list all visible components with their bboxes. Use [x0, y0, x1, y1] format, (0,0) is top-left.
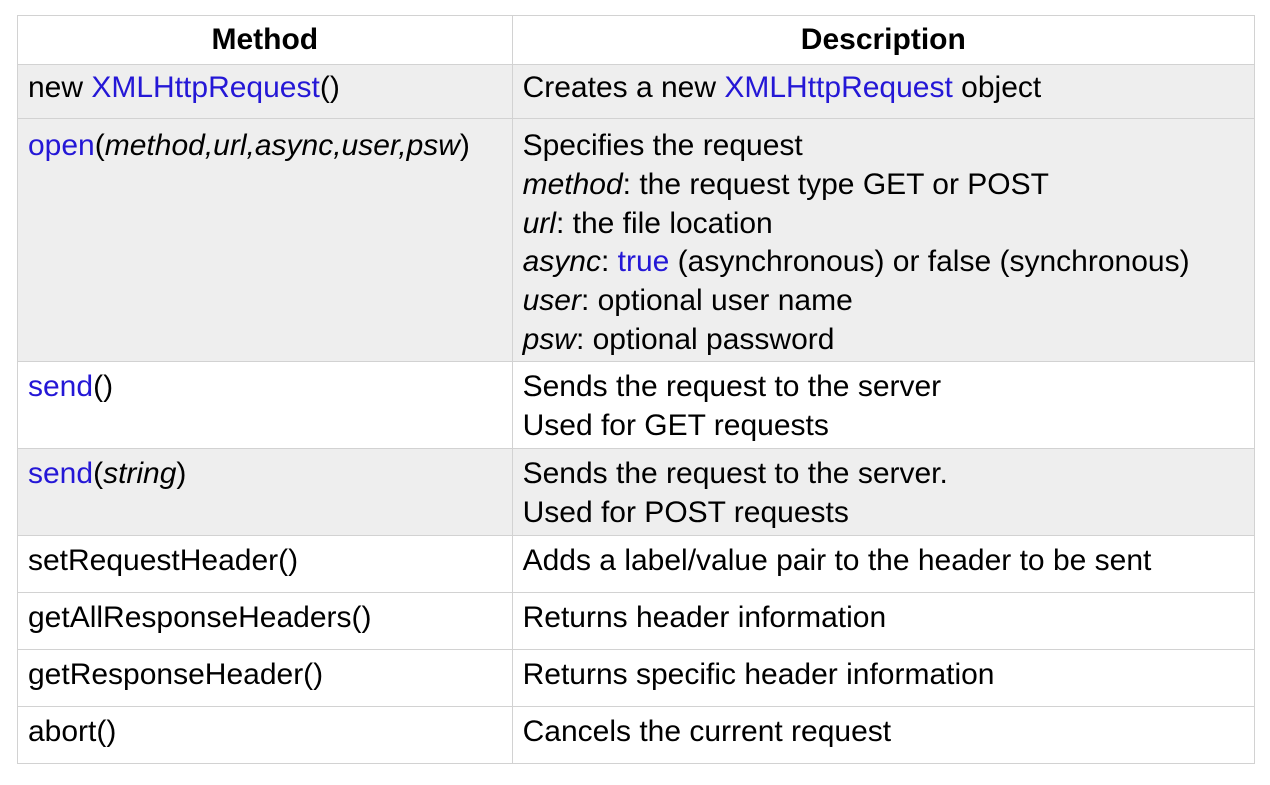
param-name: user — [522, 284, 581, 318]
method-paren-close: ) — [176, 457, 187, 490]
param-line-user: user: optional user name — [523, 282, 1254, 321]
method-name-link[interactable]: send — [28, 457, 93, 490]
method-name-link[interactable]: open — [28, 129, 95, 162]
method-paren-open: ( — [93, 370, 104, 403]
description-cell: Creates a new XMLHttpRequest object — [511, 64, 1256, 119]
method-paren-close: ) — [329, 71, 340, 104]
description-line: Used for POST requests — [522, 495, 849, 529]
param-name: method — [522, 167, 623, 201]
param-line-async: async: true (asynchronous) or false (syn… — [523, 243, 1254, 282]
method-column-header: Method — [17, 15, 513, 65]
description-cell: Sends the request to the server Used for… — [511, 361, 1256, 449]
param-line-method: method: the request type GET or POST — [523, 166, 1254, 205]
table-row: getResponseHeader() Returns specific hea… — [17, 649, 1256, 707]
description-keyword-link[interactable]: XMLHttpRequest — [724, 71, 952, 104]
param-text: : optional password — [575, 322, 835, 356]
param-text: : the file location — [555, 206, 773, 240]
description-intro: Specifies the request — [522, 129, 803, 162]
description-cell: Specifies the request method: the reques… — [511, 118, 1256, 362]
table-row: send() Sends the request to the server U… — [17, 361, 1256, 449]
param-text: (asynchronous) or false (synchronous) — [669, 245, 1190, 279]
method-cell: send(string) — [17, 448, 513, 536]
description-text: object — [952, 71, 1042, 104]
method-cell: open(method,url,async,user,psw) — [17, 118, 513, 362]
description-cell: Cancels the current request — [511, 706, 1256, 764]
method-cell: setRequestHeader() — [17, 535, 513, 593]
method-cell: send() — [17, 361, 513, 449]
method-arguments: string — [103, 457, 177, 490]
method-cell: abort() — [17, 706, 513, 764]
method-cell: getResponseHeader() — [17, 649, 513, 707]
description-cell: Sends the request to the server. Used fo… — [511, 448, 1256, 536]
table-header-row: Method Description — [17, 15, 1256, 65]
method-prefix: new — [28, 71, 92, 104]
description-cell: Returns header information — [511, 592, 1256, 650]
param-line-psw: psw: optional password — [523, 321, 1254, 360]
table-row: open(method,url,async,user,psw) Specifie… — [17, 118, 1256, 362]
method-name-link[interactable]: send — [28, 370, 93, 403]
method-cell: getAllResponseHeaders() — [17, 592, 513, 650]
param-separator: : — [600, 245, 618, 279]
method-cell: new XMLHttpRequest() — [17, 64, 513, 119]
description-column-header: Description — [511, 15, 1256, 65]
methods-table: Method Description new XMLHttpRequest() … — [17, 15, 1256, 764]
table-row: send(string) Sends the request to the se… — [17, 448, 1256, 536]
table-row: setRequestHeader() Adds a label/value pa… — [17, 535, 1256, 593]
param-text: : the request type GET or POST — [622, 167, 1049, 201]
method-name-link[interactable]: XMLHttpRequest — [91, 71, 319, 104]
method-paren-close: ) — [103, 370, 114, 403]
description-line: Sends the request to the server. — [522, 457, 948, 490]
param-text: : optional user name — [580, 284, 853, 318]
method-paren-close: ) — [459, 129, 470, 162]
param-name: psw — [522, 322, 576, 356]
description-cell: Returns specific header information — [511, 649, 1256, 707]
method-paren-open: ( — [93, 457, 104, 490]
param-name: async — [522, 245, 601, 279]
param-keyword-link[interactable]: true — [618, 245, 670, 278]
description-text: Creates a new — [522, 71, 725, 104]
method-paren-open: ( — [94, 129, 105, 162]
table-row: abort() Cancels the current request — [17, 706, 1256, 764]
method-arguments: method,url,async,user,psw — [104, 129, 460, 162]
description-line: Used for GET requests — [522, 408, 829, 442]
param-line-url: url: the file location — [523, 205, 1254, 244]
table-row: new XMLHttpRequest() Creates a new XMLHt… — [17, 64, 1256, 119]
table-row: getAllResponseHeaders() Returns header i… — [17, 592, 1256, 650]
method-paren-open: ( — [319, 71, 330, 104]
description-cell: Adds a label/value pair to the header to… — [511, 535, 1256, 593]
param-name: url — [522, 206, 556, 240]
description-line: Sends the request to the server — [522, 370, 942, 403]
